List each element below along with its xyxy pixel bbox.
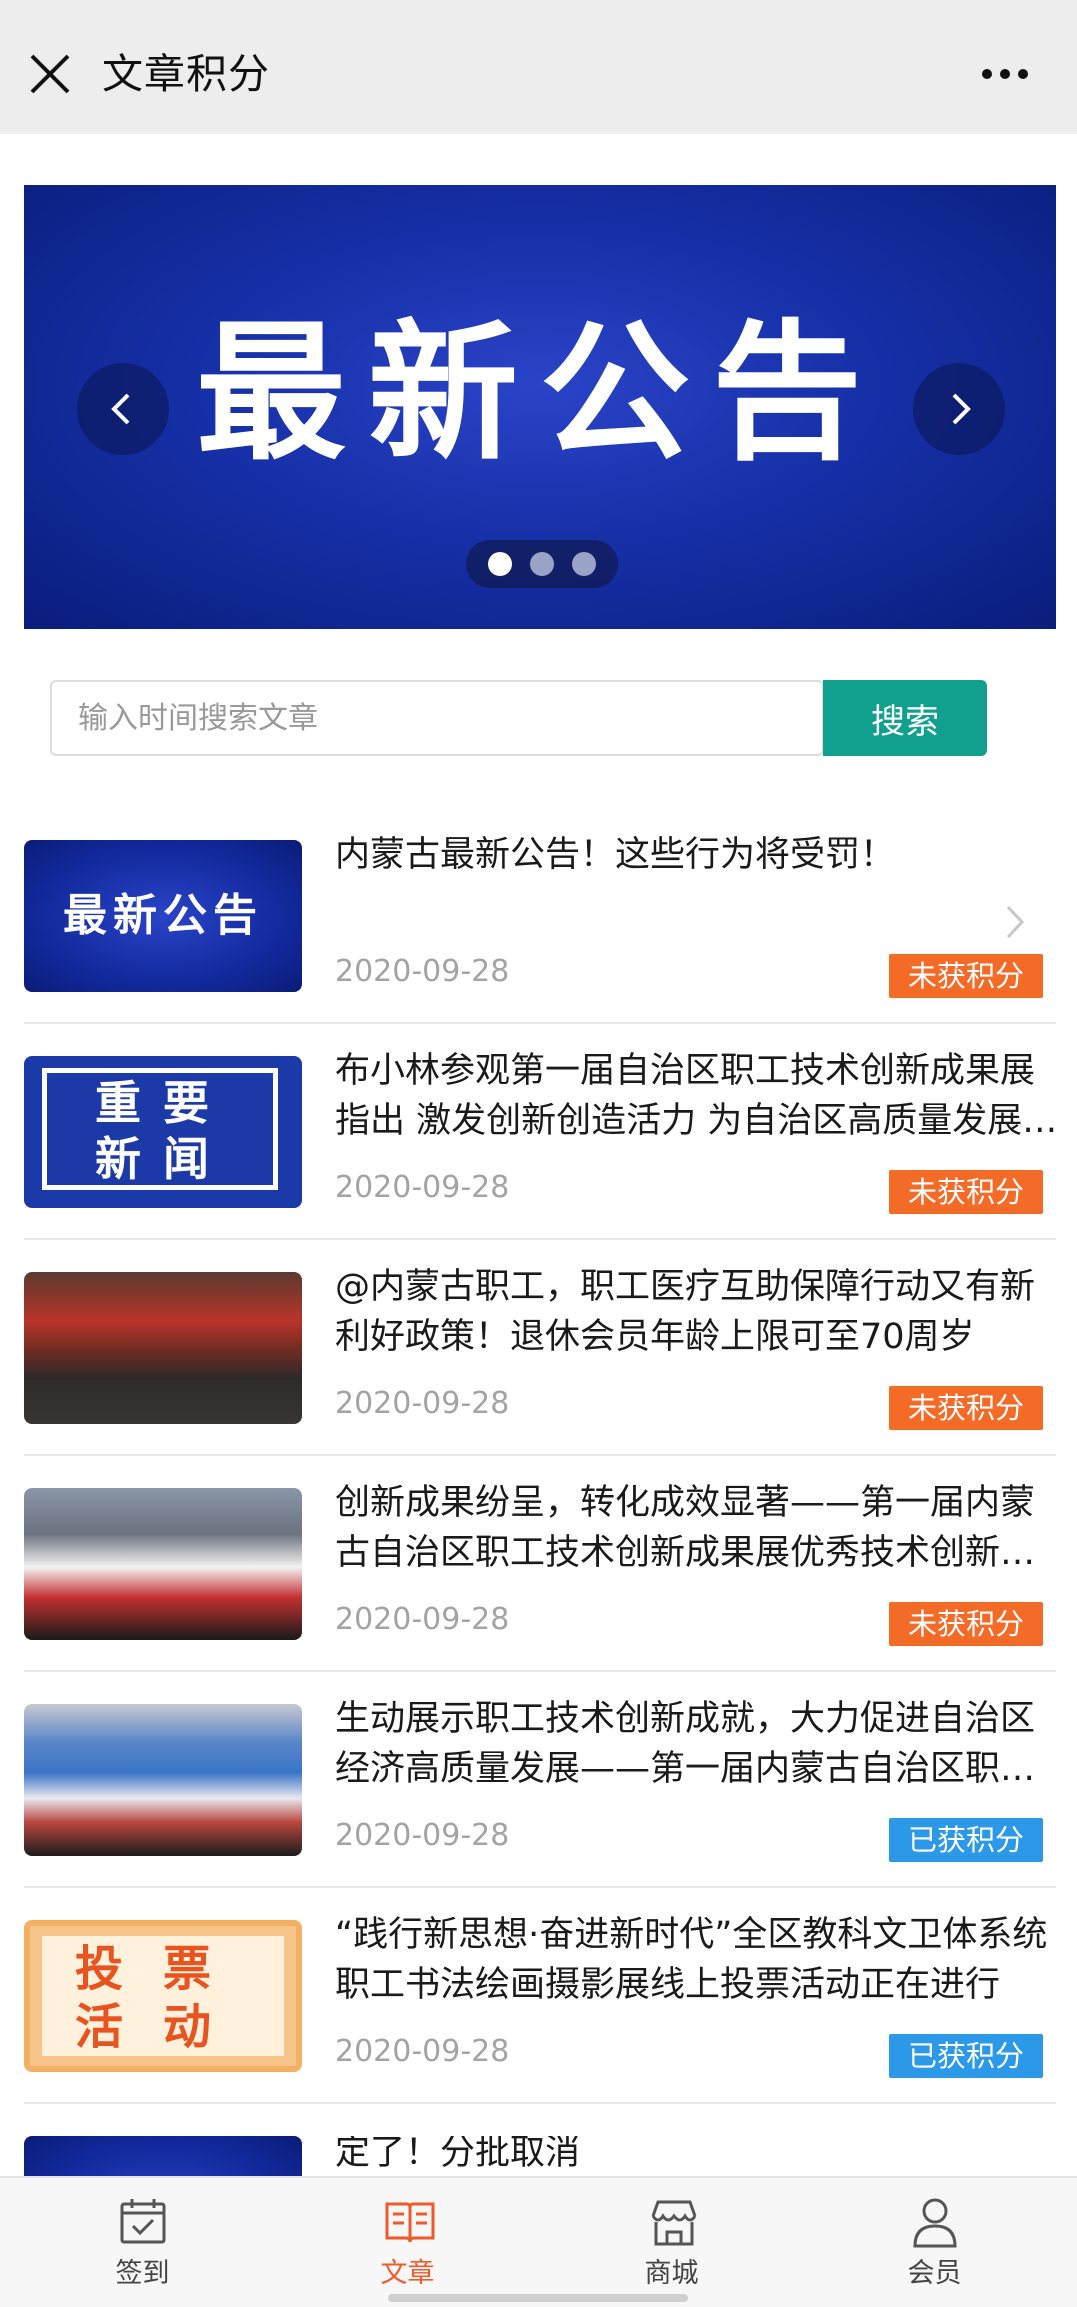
article-item[interactable]: 投票 活动 “践行新思想·奋进新时代”全区教科文卫体系统职工书法绘画摄影展线上投…: [0, 1915, 1077, 2136]
article-thumbnail: 最新公告: [24, 840, 302, 992]
banner-title: 最新公告: [195, 307, 884, 481]
points-status-badge: 未获积分: [889, 954, 1043, 998]
top-bar: 文章积分: [0, 0, 1077, 134]
article-date: 2020-09-28: [335, 1170, 510, 1205]
carousel-prev-button[interactable]: [77, 363, 169, 455]
article-date: 2020-09-28: [335, 1818, 510, 1853]
carousel-dot[interactable]: [530, 552, 554, 576]
more-options-icon[interactable]: [980, 62, 1030, 86]
store-icon: [651, 2200, 697, 2246]
nav-item-checkin[interactable]: 签到: [8, 2178, 277, 2307]
article-item[interactable]: 重要 新闻 布小林参观第一届自治区职工技术创新成果展指出 激发创新创造活力 为自…: [0, 1051, 1077, 1272]
points-status-badge: 已获积分: [889, 1818, 1043, 1862]
carousel-dot[interactable]: [572, 552, 596, 576]
page-title: 文章积分: [102, 50, 270, 98]
chevron-left-icon: [111, 393, 130, 425]
points-status-badge: 未获积分: [889, 1386, 1043, 1430]
carousel-dot[interactable]: [488, 552, 512, 576]
article-title: “践行新思想·奋进新时代”全区教科文卫体系统职工书法绘画摄影展线上投票活动正在进…: [335, 1915, 1048, 2005]
points-status-badge: 已获积分: [889, 2034, 1043, 2078]
divider: [24, 1454, 1056, 1456]
points-status-badge: 未获积分: [889, 1170, 1043, 1214]
article-thumbnail-photo: [24, 1272, 302, 1424]
article-thumbnail: [24, 2136, 302, 2176]
points-status-badge: 未获积分: [889, 1602, 1043, 1646]
chevron-right-icon: [952, 393, 971, 425]
close-icon[interactable]: [28, 52, 72, 96]
article-title: 创新成果纷呈，转化成效显著——第一届内蒙古自治区职工技术创新成果展优秀技术创新成…: [335, 1483, 1036, 1573]
article-thumbnail-photo: [24, 1704, 302, 1856]
article-title: 生动展示职工技术创新成就，大力促进自治区经济高质量发展——第一届内蒙古自治区职工…: [335, 1699, 1036, 1789]
divider: [24, 1022, 1056, 1024]
nav-label: 签到: [115, 2258, 170, 2289]
bottom-navigation: 签到 文章 商城 会员: [0, 2176, 1077, 2307]
carousel-pagination: [466, 540, 618, 588]
divider: [24, 1238, 1056, 1240]
divider: [24, 2102, 1056, 2104]
article-date: 2020-09-28: [335, 2034, 510, 2069]
article-item[interactable]: 定了！分批取消: [0, 2136, 1077, 2176]
nav-label: 会员: [907, 2258, 962, 2289]
thumbnail-text: 投票: [74, 1941, 251, 1997]
thumbnail-text: 新闻: [95, 1132, 231, 1186]
search-button[interactable]: 搜索: [823, 680, 987, 756]
article-thumbnail-photo: [24, 1488, 302, 1640]
article-title: 布小林参观第一届自治区职工技术创新成果展指出 激发创新创造活力 为自治区高质量发…: [335, 1051, 1058, 1141]
article-date: 2020-09-28: [335, 954, 510, 989]
calendar-check-icon: [120, 2199, 166, 2244]
divider: [24, 1670, 1056, 1672]
divider: [24, 1886, 1056, 1888]
article-item[interactable]: 最新公告 内蒙古最新公告！这些行为将受罚！ 2020-09-28 未获积分: [0, 835, 1077, 1056]
article-item[interactable]: 生动展示职工技术创新成就，大力促进自治区经济高质量发展——第一届内蒙古自治区职工…: [0, 1699, 1077, 1920]
article-thumbnail: 重要 新闻: [24, 1056, 302, 1208]
nav-label: 商城: [644, 2258, 699, 2289]
article-title: 内蒙古最新公告！这些行为将受罚！: [335, 835, 896, 875]
person-icon: [913, 2198, 957, 2248]
article-date: 2020-09-28: [335, 1602, 510, 1637]
chevron-right-icon: [1006, 905, 1025, 939]
nav-item-articles[interactable]: 文章: [273, 2178, 542, 2307]
article-title: @内蒙古职工，职工医疗互助保障行动又有新利好政策！退休会员年龄上限可至70周岁: [335, 1267, 1036, 1357]
article-date: 2020-09-28: [335, 1386, 510, 1421]
nav-item-store[interactable]: 商城: [537, 2178, 806, 2307]
carousel-next-button[interactable]: [913, 363, 1005, 455]
nav-item-member[interactable]: 会员: [800, 2178, 1069, 2307]
search-input[interactable]: [50, 680, 824, 756]
thumbnail-text: 活动: [74, 1999, 251, 2055]
thumbnail-text: 重要: [95, 1076, 231, 1130]
banner-carousel[interactable]: 最新公告: [24, 185, 1056, 629]
thumbnail-text: 最新公告: [63, 890, 263, 941]
open-book-icon: [385, 2202, 435, 2243]
article-thumbnail: 投票 活动: [24, 1920, 302, 2072]
nav-label: 文章: [380, 2258, 435, 2289]
article-title: 定了！分批取消: [335, 2136, 581, 2173]
home-indicator: [388, 2294, 688, 2302]
article-item[interactable]: 创新成果纷呈，转化成效显著——第一届内蒙古自治区职工技术创新成果展优秀技术创新成…: [0, 1483, 1077, 1704]
article-item[interactable]: @内蒙古职工，职工医疗互助保障行动又有新利好政策！退休会员年龄上限可至70周岁 …: [0, 1267, 1077, 1488]
